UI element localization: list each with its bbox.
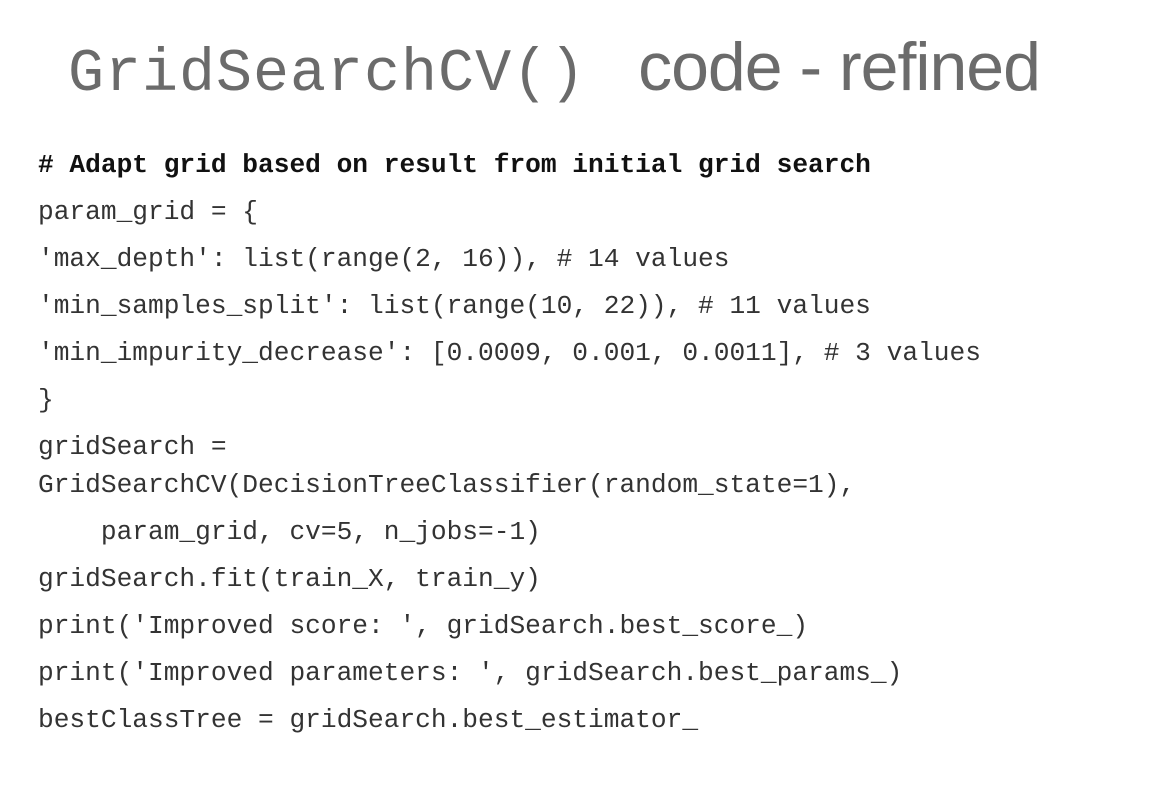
code-comment-line: # Adapt grid based on result from initia… <box>38 150 871 180</box>
title-code-part: GridSearchCV() <box>68 41 587 109</box>
code-line: param_grid = { <box>38 197 259 227</box>
code-line: print('Improved parameters: ', gridSearc… <box>38 658 903 688</box>
slide-title: GridSearchCV() code - refined <box>68 28 1041 109</box>
code-line: GridSearchCV(DecisionTreeClassifier(rand… <box>38 470 856 500</box>
code-line: gridSearch.fit(train_X, train_y) <box>38 564 541 594</box>
code-line: 'max_depth': list(range(2, 16)), # 14 va… <box>38 244 730 274</box>
slide: GridSearchCV() code - refined # Adapt gr… <box>0 0 1160 798</box>
title-text-part: code - refined <box>638 29 1041 105</box>
code-block: # Adapt grid based on result from initia… <box>38 146 1148 748</box>
code-line: print('Improved score: ', gridSearch.bes… <box>38 611 809 641</box>
code-line: gridSearch = <box>38 432 227 462</box>
code-line: 'min_samples_split': list(range(10, 22))… <box>38 291 871 321</box>
code-line: 'min_impurity_decrease': [0.0009, 0.001,… <box>38 338 981 368</box>
code-line: } <box>38 385 54 415</box>
code-line: bestClassTree = gridSearch.best_estimato… <box>38 705 699 735</box>
code-line: param_grid, cv=5, n_jobs=-1) <box>38 517 541 547</box>
